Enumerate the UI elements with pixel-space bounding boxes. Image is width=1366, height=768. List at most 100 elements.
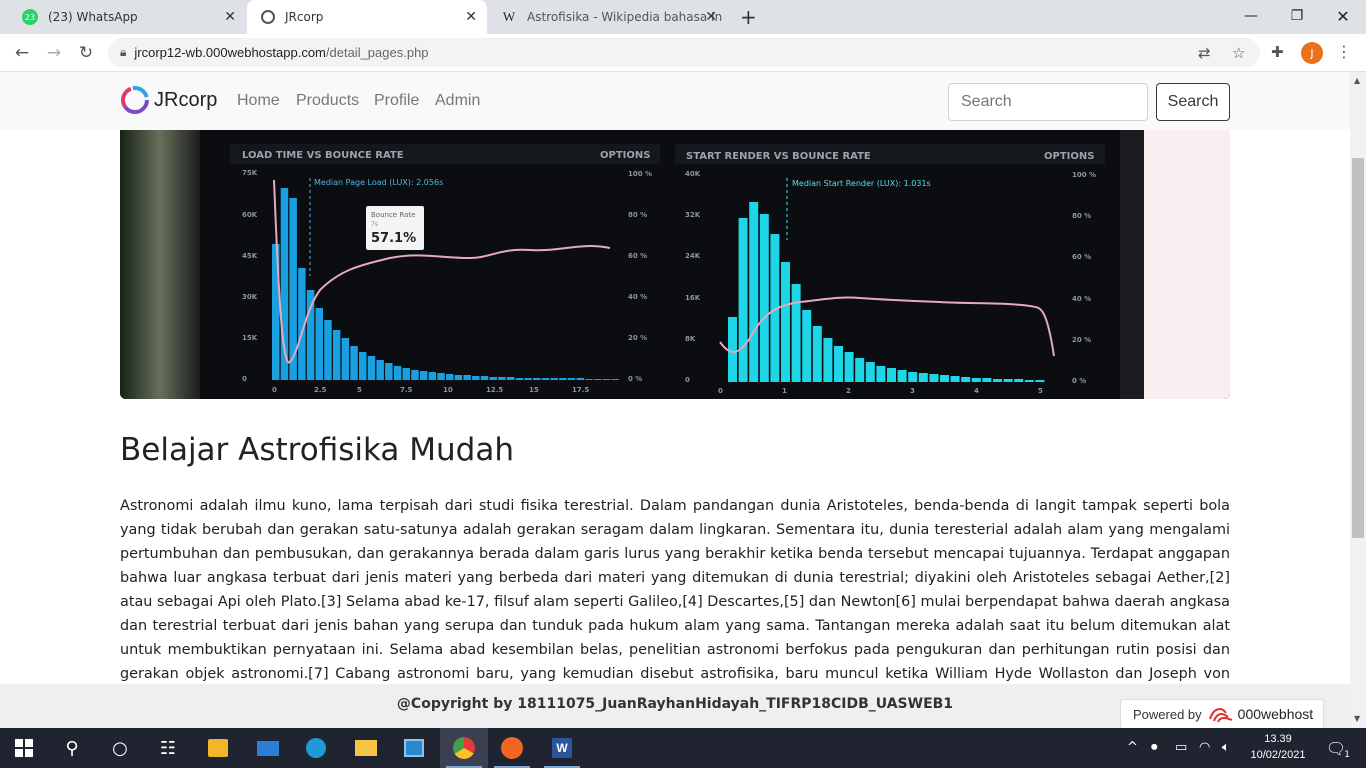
bookmark-star-icon[interactable]: ☆ xyxy=(1232,44,1245,62)
histogram-bar xyxy=(541,378,550,380)
histogram-bar xyxy=(865,362,875,382)
histogram-bar xyxy=(855,358,865,382)
profile-avatar[interactable]: J xyxy=(1301,42,1323,64)
close-window-button[interactable]: ✕ xyxy=(1320,0,1366,32)
extensions-icon[interactable]: ✚ xyxy=(1271,43,1284,61)
forward-button[interactable]: → xyxy=(41,40,67,66)
minimize-button[interactable]: — xyxy=(1228,0,1274,32)
browser-toolbar: ← → ↻ 🔒︎ jrcorp12-wb.000webhostapp.com/d… xyxy=(0,34,1366,72)
word-icon[interactable]: W xyxy=(538,728,586,768)
histogram-bar xyxy=(834,346,843,382)
axis-tick-label: 2.5 xyxy=(314,386,327,394)
tab-whatsapp[interactable]: 23 (23) WhatsApp ✕ xyxy=(8,0,246,34)
firefox-icon[interactable] xyxy=(488,728,536,768)
close-tab-icon[interactable]: ✕ xyxy=(705,9,717,25)
axis-tick-label: 0 % xyxy=(1072,377,1086,385)
axis-tick-label: 80 % xyxy=(628,211,647,219)
scroll-down-icon[interactable]: ▼ xyxy=(1354,714,1360,723)
histogram-bar xyxy=(515,378,524,380)
new-tab-button[interactable]: + xyxy=(732,0,766,34)
histogram-bar xyxy=(759,214,769,382)
histogram-bar xyxy=(1035,380,1045,382)
histogram-bar xyxy=(918,373,928,382)
scroll-up-icon[interactable]: ▲ xyxy=(1354,76,1360,85)
histogram-bar xyxy=(550,378,558,380)
axis-tick-label: 60 % xyxy=(628,252,647,260)
axis-tick-label: 100 % xyxy=(1072,171,1096,179)
axis-tick-label: 12.5 xyxy=(486,386,503,394)
histogram-bar xyxy=(359,352,367,380)
browser-tab-strip: 23 (23) WhatsApp ✕ JRcorp ✕ W Astrofisik… xyxy=(0,0,1366,34)
maximize-button[interactable]: ❐ xyxy=(1274,0,1320,32)
left-panel-title: LOAD TIME VS BOUNCE RATE xyxy=(242,150,404,161)
axis-tick-label: 5 xyxy=(1038,387,1043,395)
hero-dashboard-photo: LOAD TIME VS BOUNCE RATE OPTIONS START R… xyxy=(120,130,1230,399)
taskbar-clock[interactable]: 13.39 10/02/2021 xyxy=(1250,731,1306,763)
close-tab-icon[interactable]: ✕ xyxy=(224,9,236,25)
nav-products[interactable]: Products xyxy=(296,92,359,110)
search-input[interactable] xyxy=(948,83,1148,121)
notification-center-icon[interactable]: 🗨︎ 1 xyxy=(1316,728,1356,768)
axis-tick-label: 40 % xyxy=(1072,295,1091,303)
clock-time: 13.39 xyxy=(1264,733,1292,745)
file-explorer-icon[interactable] xyxy=(342,728,390,768)
translate-icon[interactable]: ⇄ xyxy=(1198,44,1211,62)
histogram-bar xyxy=(533,378,541,380)
search-taskbar-icon[interactable]: ⚲ xyxy=(48,728,96,768)
mail-icon[interactable] xyxy=(244,728,292,768)
histogram-bar xyxy=(498,377,506,380)
page-scrollbar[interactable]: ▲ ▼ xyxy=(1350,72,1366,728)
store-icon[interactable] xyxy=(194,728,242,768)
histogram-bar xyxy=(823,338,833,382)
axis-tick-label: 0 % xyxy=(628,375,642,383)
axis-tick-label: 100 % xyxy=(628,170,652,178)
powered-by-badge[interactable]: Powered by 000webhost xyxy=(1120,699,1324,728)
axis-tick-label: 80 % xyxy=(1072,212,1091,220)
control-panel-icon[interactable] xyxy=(390,728,438,768)
windows-taskbar: ⚲ ○ ☷ W ^ ⏺ ▭ ◠ 🔈︎ 13.39 10/02/2021 🗨︎ 1 xyxy=(0,728,1366,768)
wifi-icon[interactable]: ◠ xyxy=(1199,740,1210,755)
histogram-bar xyxy=(567,378,576,380)
axis-tick-label: 16K xyxy=(685,294,701,302)
tab-jrcorp[interactable]: JRcorp ✕ xyxy=(247,0,487,34)
battery-icon[interactable]: ▭ xyxy=(1175,740,1187,755)
right-panel-title: START RENDER VS BOUNCE RATE xyxy=(686,151,871,162)
site-brand[interactable]: JRcorp xyxy=(120,85,217,115)
article-title: Belajar Astrofisika Mudah xyxy=(120,432,514,468)
histogram-bar xyxy=(1014,379,1024,382)
right-options: OPTIONS xyxy=(1044,151,1094,162)
volume-icon[interactable]: 🔈︎ xyxy=(1222,740,1230,755)
close-tab-icon[interactable]: ✕ xyxy=(465,9,477,25)
address-bar[interactable]: 🔒︎ jrcorp12-wb.000webhostapp.com/detail_… xyxy=(108,38,1260,67)
nav-admin[interactable]: Admin xyxy=(435,92,480,110)
reload-button[interactable]: ↻ xyxy=(73,40,99,66)
axis-tick-label: 60K xyxy=(242,211,258,219)
menu-kebab-icon[interactable]: ⋮ xyxy=(1336,42,1352,61)
task-view-icon[interactable]: ☷ xyxy=(144,728,192,768)
nav-home[interactable]: Home xyxy=(237,92,280,110)
axis-tick-label: 0 xyxy=(242,375,247,383)
histogram-bar xyxy=(419,371,428,380)
edge-icon[interactable] xyxy=(292,728,340,768)
axis-tick-label: 40 % xyxy=(628,293,647,301)
cortana-icon[interactable]: ○ xyxy=(96,728,144,768)
back-button[interactable]: ← xyxy=(9,40,35,66)
histogram-bar xyxy=(385,363,393,380)
axis-tick-label: 45K xyxy=(242,252,258,260)
axis-tick-label: 15K xyxy=(242,334,258,342)
start-button[interactable] xyxy=(0,728,48,768)
axis-tick-label: 10 xyxy=(443,386,453,394)
histogram-bar xyxy=(950,376,960,382)
meet-now-icon[interactable]: ⏺ xyxy=(1151,740,1158,755)
histogram-bar xyxy=(602,379,611,380)
webhost-logo-icon xyxy=(1208,708,1233,723)
tray-chevron-icon[interactable]: ^ xyxy=(1127,740,1138,755)
search-button[interactable]: Search xyxy=(1156,83,1230,121)
tab-wikipedia[interactable]: W Astrofisika - Wikipedia bahasa In ✕ xyxy=(487,0,727,34)
axis-tick-label: 32K xyxy=(685,211,701,219)
scroll-thumb[interactable] xyxy=(1352,158,1364,538)
chrome-taskbar-icon[interactable] xyxy=(440,728,488,768)
host-brand: 000webhost xyxy=(1237,706,1314,722)
histogram-bar xyxy=(489,377,497,380)
nav-profile[interactable]: Profile xyxy=(374,92,419,110)
